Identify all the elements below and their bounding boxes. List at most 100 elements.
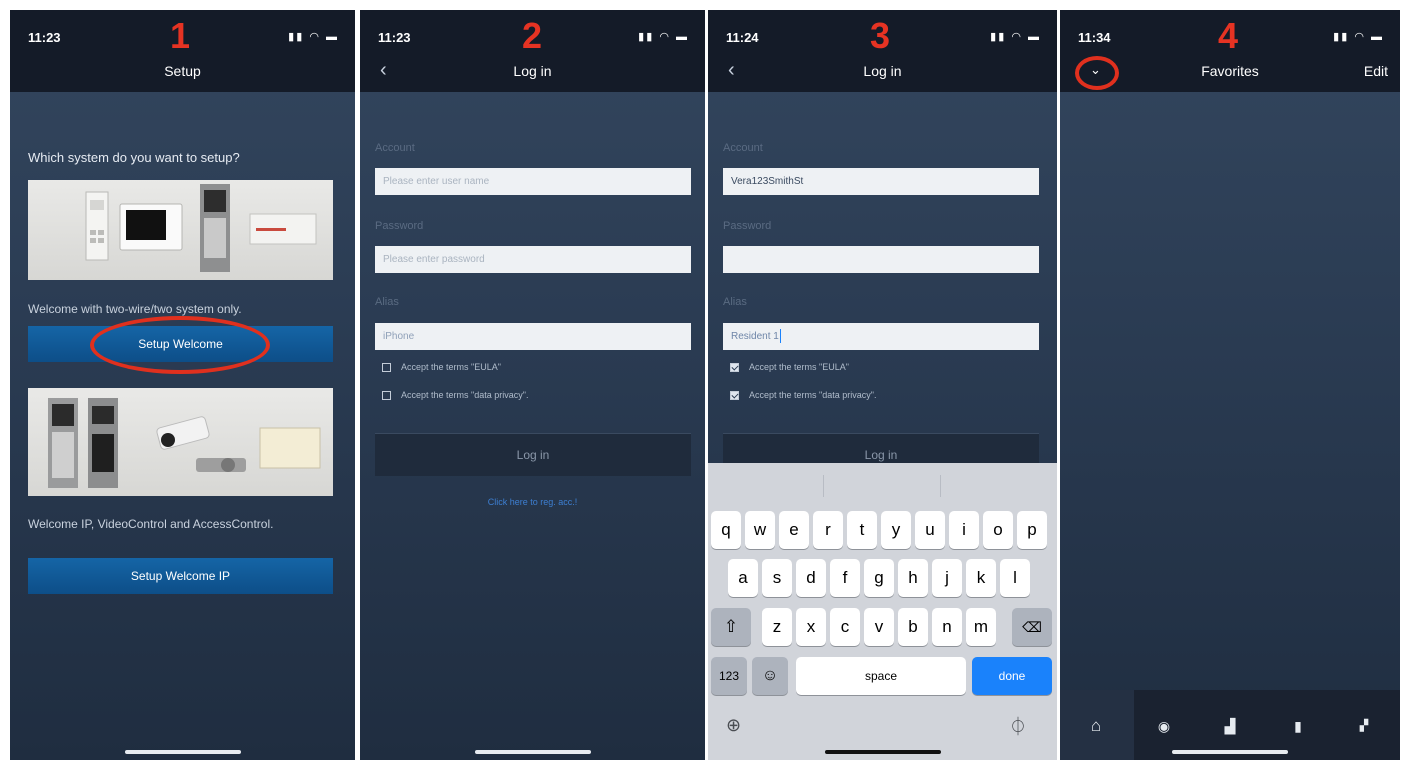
home-icon[interactable]: ⌂ [1078,708,1114,744]
eula-checkbox-row[interactable]: Accept the terms "EULA" [382,362,501,372]
account-input[interactable]: Vera123SmithSt [723,168,1039,195]
shift-key-icon[interactable]: ⇧ [711,608,751,646]
microphone-icon[interactable]: ⏀ [1009,713,1027,739]
key-q[interactable]: q [711,511,741,549]
key-l[interactable]: l [1000,559,1030,597]
alias-label: Alias [723,296,747,308]
eula-checkbox[interactable] [382,362,391,372]
alias-input[interactable]: iPhone [375,323,691,350]
status-icons: ▮▮ ◠ ▬ [1333,31,1384,43]
keyboard-suggestion-bar [708,463,1057,505]
key-v[interactable]: v [864,608,894,646]
favorites-screen: 11:34 4 ▮▮ ◠ ▬ ⌄ Favorites Edit ⌂ ◉ ▟ ▮ … [1060,10,1400,760]
key-w[interactable]: w [745,511,775,549]
key-b[interactable]: b [898,608,928,646]
emoji-key-icon[interactable]: ☺ [752,657,788,695]
key-m[interactable]: m [966,608,996,646]
privacy-checkbox[interactable] [730,390,739,400]
page-title: Setup [164,63,201,79]
settings-icon[interactable]: ▞ [1346,708,1382,744]
suggestion-divider [823,475,824,497]
privacy-checkbox[interactable] [382,390,391,400]
home-indicator [1172,750,1288,754]
key-z[interactable]: z [762,608,792,646]
highlight-ring [1075,56,1119,90]
key-n[interactable]: n [932,608,962,646]
key-r[interactable]: r [813,511,843,549]
status-time: 11:24 [726,30,759,45]
eula-checkbox[interactable] [730,362,739,372]
key-x[interactable]: x [796,608,826,646]
login-empty-screen: 11:23 2 ▮▮ ◠ ▬ ‹ Log in Account Password… [360,10,705,760]
tab-bar: ⌂ ◉ ▟ ▮ ▞ [1060,690,1400,760]
nav-bar: 11:23 2 ▮▮ ◠ ▬ ‹ Log in [360,10,705,92]
highlight-ring [90,316,270,374]
key-p[interactable]: p [1017,511,1047,549]
login-filled-screen: 11:24 3 ▮▮ ◠ ▬ ‹ Log in Account Vera123S… [708,10,1057,760]
backspace-key-icon[interactable]: ⌫ [1012,608,1052,646]
account-label: Account [375,142,415,154]
key-h[interactable]: h [898,559,928,597]
home-indicator [824,750,941,754]
key-c[interactable]: c [830,608,860,646]
globe-icon[interactable]: ⊕ [726,715,741,736]
done-key[interactable]: done [972,657,1052,695]
step-number: 3 [870,15,891,56]
privacy-checkbox-row[interactable]: Accept the terms "data privacy". [730,390,876,400]
home-indicator [474,750,591,754]
privacy-checkbox-row[interactable]: Accept the terms "data privacy". [382,390,528,400]
password-label: Password [723,220,772,232]
welcome-ip-products-image [28,388,333,496]
door-icon[interactable]: ▮ [1280,708,1316,744]
welcome-ip-caption: Welcome IP, VideoControl and AccessContr… [28,517,274,531]
numbers-key[interactable]: 123 [711,657,747,695]
key-k[interactable]: k [966,559,996,597]
edit-button[interactable]: Edit [1364,63,1388,79]
key-i[interactable]: i [949,511,979,549]
privacy-label: Accept the terms "data privacy". [749,390,877,400]
suggestion-divider [940,475,941,497]
alias-input[interactable]: Resident 1 [723,323,1039,350]
key-f[interactable]: f [830,559,860,597]
privacy-label: Accept the terms "data privacy". [401,390,529,400]
key-o[interactable]: o [983,511,1013,549]
key-e[interactable]: e [779,511,809,549]
key-d[interactable]: d [796,559,826,597]
welcome-devices-illustration [85,184,317,272]
step-number: 4 [1218,15,1239,56]
account-label: Account [723,142,763,154]
nav-bar: 11:23 1 ▮▮ ◠ ▬ Setup [10,10,355,92]
status-icons: ▮▮ ◠ ▬ [288,31,339,43]
setup-welcome-ip-button[interactable]: Setup Welcome IP [28,558,333,594]
camera-icon[interactable]: ▟ [1212,708,1248,744]
key-a[interactable]: a [728,559,758,597]
alias-label: Alias [375,296,399,308]
space-key[interactable]: space [796,657,966,695]
setup-screen: 11:23 1 ▮▮ ◠ ▬ Setup Which system do you… [10,10,355,760]
step-number: 1 [170,15,191,56]
key-y[interactable]: y [881,511,911,549]
key-u[interactable]: u [915,511,945,549]
key-g[interactable]: g [864,559,894,597]
register-link[interactable]: Click here to reg. acc.! [360,497,705,507]
password-input[interactable] [723,246,1039,273]
status-time: 11:34 [1078,30,1111,45]
key-t[interactable]: t [847,511,877,549]
eula-label: Accept the terms "EULA" [749,362,849,372]
password-label: Password [375,220,424,232]
welcome-caption: Welcome with two-wire/two system only. [28,302,242,316]
eula-label: Accept the terms "EULA" [401,362,501,372]
status-icons: ▮▮ ◠ ▬ [638,31,689,43]
status-icons: ▮▮ ◠ ▬ [990,31,1041,43]
welcome-ip-devices-illustration [48,398,321,488]
key-j[interactable]: j [932,559,962,597]
nav-bar: 11:24 3 ▮▮ ◠ ▬ ‹ Log in [708,10,1057,92]
intercom-icon[interactable]: ◉ [1146,708,1182,744]
account-input[interactable] [375,168,691,195]
eula-checkbox-row[interactable]: Accept the terms "EULA" [730,362,849,372]
page-title: Log in [863,63,902,79]
login-button[interactable]: Log in [375,433,691,476]
text-cursor [779,329,781,344]
password-input[interactable] [375,246,691,273]
key-s[interactable]: s [762,559,792,597]
